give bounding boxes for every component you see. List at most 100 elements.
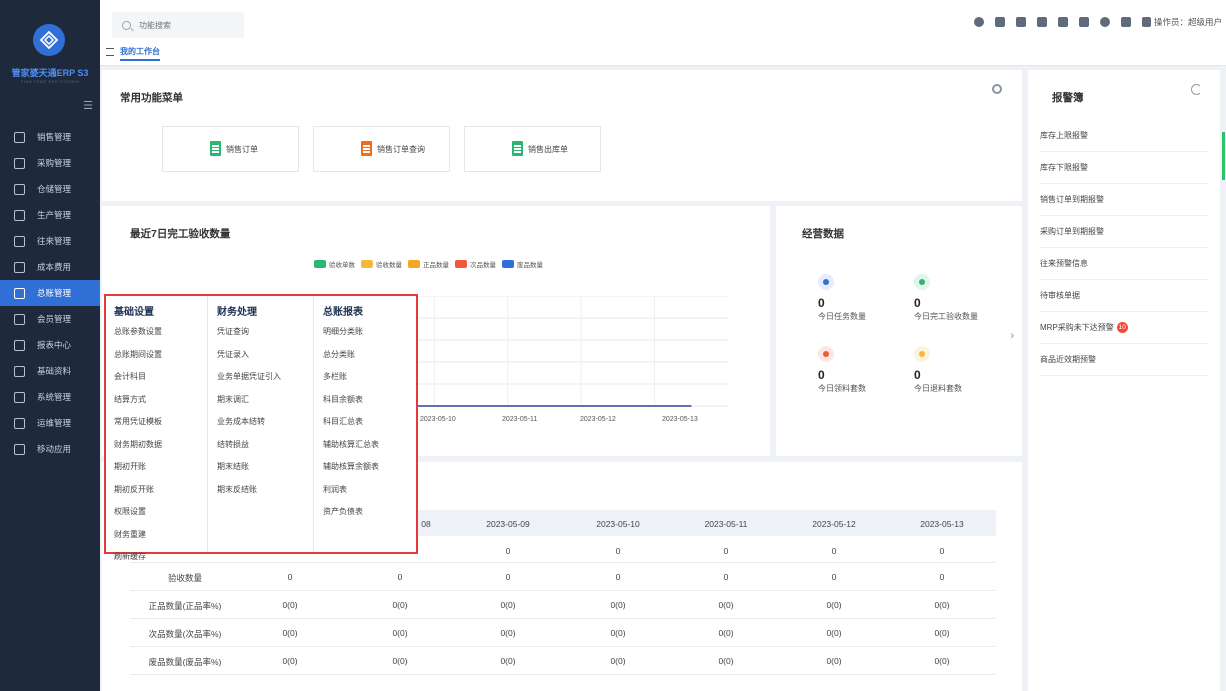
alert-item[interactable]: 往来预警信息 <box>1040 248 1208 280</box>
sidebar-item[interactable]: 总账管理 <box>0 280 100 306</box>
dropdown-item[interactable]: 结算方式 <box>114 394 146 405</box>
dropdown-item[interactable]: 刷新缓存 <box>114 551 146 562</box>
phone-icon[interactable] <box>1120 17 1131 27</box>
table-header-cell: 2023-05-09 <box>486 519 530 529</box>
theme-icon[interactable] <box>973 17 984 27</box>
menu-item-icon <box>14 261 25 273</box>
grid-icon[interactable] <box>1078 17 1089 27</box>
legend-item[interactable]: 正品数量 <box>408 259 449 269</box>
dropdown-item[interactable]: 多栏账 <box>323 371 347 382</box>
dropdown-item[interactable]: 常用凭证模板 <box>114 416 162 427</box>
legend-item[interactable]: 次品数量 <box>455 259 496 269</box>
alert-item[interactable]: 待审核单据 <box>1040 280 1208 312</box>
sidebar-item[interactable]: 系统管理 <box>0 384 100 410</box>
alert-item[interactable]: MRP采购未下达预警 10 <box>1040 312 1208 344</box>
bell-icon[interactable] <box>1015 17 1026 27</box>
alert-item-label: 采购订单到期报警 <box>1040 227 1104 236</box>
dropdown-heading: 总账报表 <box>323 307 363 318</box>
dropdown-item[interactable]: 资产负债表 <box>323 506 363 517</box>
table-cell: 0(0) <box>718 600 734 610</box>
function-button[interactable]: 销售出库单 <box>464 126 601 172</box>
dropdown-item[interactable]: 业务单据凭证引入 <box>217 371 281 382</box>
dropdown-item[interactable]: 科目汇总表 <box>323 416 363 427</box>
sidebar-item[interactable]: 基础资料 <box>0 358 100 384</box>
dropdown-item[interactable]: 利润表 <box>323 484 347 495</box>
search-input[interactable] <box>139 20 229 30</box>
alert-item[interactable]: 库存上限报警 <box>1040 120 1208 152</box>
table-header-cell: 2023-05-11 <box>704 519 748 529</box>
document-icon <box>210 141 221 156</box>
dropdown-item[interactable]: 权限设置 <box>114 506 146 517</box>
row-divider <box>130 590 996 591</box>
operating-data-panel: 经营数据 0 今日任务数量 0 今日完工验收数量 0 今日领料套数 0 今日退料套数 › <box>776 206 1022 456</box>
table-cell: 0(0) <box>934 656 950 666</box>
function-button[interactable]: 销售订单查询 <box>313 126 450 172</box>
menu-item-icon <box>14 417 25 429</box>
dropdown-item[interactable]: 期初开账 <box>114 461 146 472</box>
alert-count-badge: 10 <box>1116 322 1128 333</box>
dropdown-item[interactable]: 明细分类账 <box>323 326 363 337</box>
tab-my-workbench[interactable]: 我的工作台 <box>120 46 160 61</box>
alert-item[interactable]: 商品近效期预警 <box>1040 344 1208 376</box>
alert-item[interactable]: 库存下限报警 <box>1040 152 1208 184</box>
sidebar-item[interactable]: 成本费用 <box>0 254 100 280</box>
sidebar-item[interactable]: 移动应用 <box>0 436 100 462</box>
sidebar-item[interactable]: 仓储管理 <box>0 176 100 202</box>
table-cell: 0(0) <box>610 656 626 666</box>
tab-list-icon[interactable] <box>106 48 114 56</box>
lock-icon[interactable] <box>1057 17 1068 27</box>
dropdown-item[interactable]: 辅助核算汇总表 <box>323 439 379 450</box>
dropdown-item[interactable]: 总分类账 <box>323 349 355 360</box>
alert-item[interactable]: 采购订单到期报警 <box>1040 216 1208 248</box>
sidebar-item[interactable]: 采购管理 <box>0 150 100 176</box>
gear-icon[interactable] <box>992 84 1002 94</box>
table-cell: 0(0) <box>392 600 408 610</box>
dropdown-item[interactable]: 总账参数设置 <box>114 326 162 337</box>
stat-icon-dot <box>823 351 829 357</box>
sidebar-item[interactable]: 运维管理 <box>0 410 100 436</box>
dropdown-item[interactable]: 财务期初数据 <box>114 439 162 450</box>
alert-item[interactable]: 销售订单到期报警 <box>1040 184 1208 216</box>
function-button[interactable]: 销售订单 <box>162 126 299 172</box>
dropdown-item[interactable]: 期初反开账 <box>114 484 154 495</box>
legend-item[interactable]: 验收单数 <box>314 259 355 269</box>
shield-icon[interactable] <box>994 17 1005 27</box>
dropdown-item[interactable]: 财务重建 <box>114 529 146 540</box>
sidebar-item[interactable]: 销售管理 <box>0 124 100 150</box>
dropdown-item[interactable]: 结转损益 <box>217 439 249 450</box>
search-box[interactable] <box>112 12 244 38</box>
table-cell: 0(0) <box>718 656 734 666</box>
dropdown-item[interactable]: 期末反结账 <box>217 484 257 495</box>
dropdown-item[interactable]: 凭证录入 <box>217 349 249 360</box>
dropdown-item[interactable]: 期末调汇 <box>217 394 249 405</box>
sidebar-item-label: 移动应用 <box>37 444 72 454</box>
dropdown-item[interactable]: 总账期间设置 <box>114 349 162 360</box>
stat-card: 0 今日完工验收数量 <box>914 274 1004 322</box>
sidebar-item[interactable]: 往来管理 <box>0 228 100 254</box>
refresh-icon[interactable] <box>1191 84 1202 95</box>
dropdown-item[interactable]: 辅助核算余额表 <box>323 461 379 472</box>
operator-label[interactable]: 操作员：超级用户 <box>1154 16 1222 28</box>
menu-item-icon <box>14 157 25 169</box>
dropdown-item[interactable]: 凭证查询 <box>217 326 249 337</box>
sidebar-item[interactable]: 生产管理 <box>0 202 100 228</box>
dropdown-item[interactable]: 业务成本结转 <box>217 416 265 427</box>
collapse-menu-icon[interactable]: ☰ <box>82 100 94 112</box>
dropdown-item[interactable]: 科目余额表 <box>323 394 363 405</box>
table-cell: 0(0) <box>610 628 626 638</box>
dropdown-item[interactable]: 会计科目 <box>114 371 146 382</box>
legend-swatch <box>502 260 514 268</box>
home-icon[interactable] <box>1036 17 1047 27</box>
power-icon[interactable] <box>1099 17 1110 27</box>
legend-item[interactable]: 废品数量 <box>502 259 543 269</box>
scrollbar-thumb[interactable] <box>1222 132 1225 180</box>
function-button-label: 销售出库单 <box>528 144 568 154</box>
chevron-right-icon[interactable]: › <box>1010 330 1014 342</box>
sidebar-item-label: 往来管理 <box>37 236 72 246</box>
sidebar-item[interactable]: 会员管理 <box>0 306 100 332</box>
sidebar-item[interactable]: 报表中心 <box>0 332 100 358</box>
dropdown-heading: 基础设置 <box>114 307 154 318</box>
dropdown-item[interactable]: 期末结账 <box>217 461 249 472</box>
stat-label: 今日任务数量 <box>818 312 866 321</box>
legend-item[interactable]: 验收数量 <box>361 259 402 269</box>
